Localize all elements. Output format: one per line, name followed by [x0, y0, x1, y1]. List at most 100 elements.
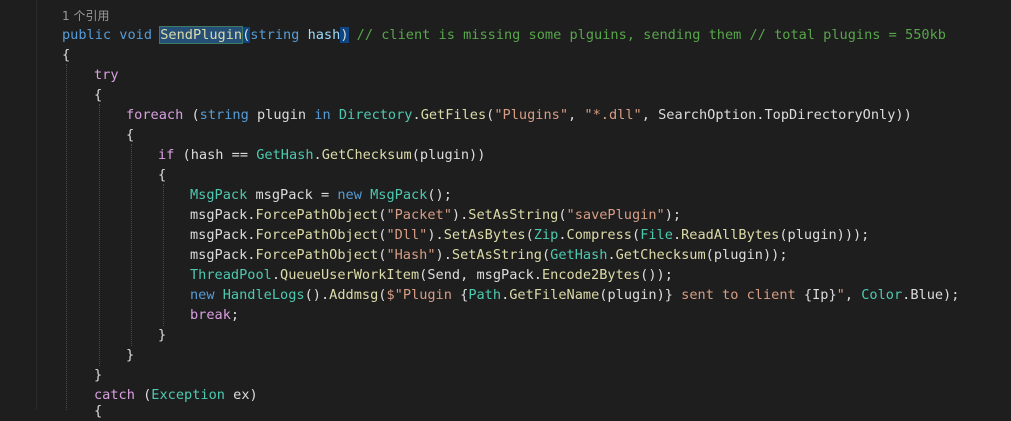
code-text: ( [541, 247, 551, 263]
code-line-brace[interactable]: { [62, 45, 70, 65]
code-text: ( [632, 227, 641, 243]
string-literal: "savePlugin" [566, 207, 665, 223]
method-forcepathobject: ForcePathObject [255, 207, 379, 223]
interpolation: {Ip} [803, 287, 837, 303]
code-text: , SearchOption.TopDirectoryOnly)) [641, 107, 912, 123]
code-text: ex) [224, 387, 258, 403]
code-text: (plugin)) [411, 147, 486, 163]
string-literal: "Hash" [386, 247, 436, 263]
keyword-in: in [314, 107, 331, 123]
type-color: Color [861, 287, 903, 303]
method-setasstring: SetAsString [451, 247, 542, 263]
type-msgpack: MsgPack [370, 187, 428, 203]
close-paren: ) [340, 27, 349, 43]
type-file: File [640, 227, 673, 243]
indent-guide [66, 64, 67, 410]
code-text: ). [451, 207, 469, 223]
type-path: Path [468, 287, 502, 303]
method-queueuserworkitem: QueueUserWorkItem [280, 267, 420, 283]
keyword-string: string [199, 107, 249, 123]
code-text: ()); [640, 267, 673, 283]
code-line-hash[interactable]: msgPack.ForcePathObject ("Hash").SetAsStr… [190, 245, 788, 265]
code-text: . [672, 227, 682, 243]
keyword-try: try [94, 67, 119, 83]
code-line-brace[interactable]: } [126, 345, 134, 365]
code-line-brace[interactable]: { [158, 165, 166, 185]
code-text: ( [558, 207, 567, 223]
method-name-highlighted[interactable]: SendPlugin [159, 26, 244, 44]
keyword-new: new [190, 287, 215, 303]
method-getchecksum: GetChecksum [321, 147, 412, 163]
code-line-dll[interactable]: msgPack.ForcePathObject ( "Dll").SetAsByte… [190, 225, 869, 245]
method-setasbytes: SetAsBytes [443, 227, 526, 243]
code-line-catch[interactable]: catch (Exception ex) [94, 385, 258, 405]
code-line-brace[interactable]: { [126, 125, 134, 145]
type-threadpool: ThreadPool [190, 267, 272, 283]
code-line-packet[interactable]: msgPack.ForcePathObject ("Packet").SetAsS… [190, 205, 681, 225]
keyword-void: void [119, 27, 153, 43]
keyword-public: public [62, 27, 112, 43]
code-text: (plugin))); [779, 227, 870, 243]
method-encode2bytes: Encode2Bytes [541, 267, 641, 283]
code-text: (); [427, 187, 452, 203]
code-line-try[interactable]: try [94, 65, 119, 85]
method-readallbytes: ReadAllBytes [681, 227, 780, 243]
type-handlelogs: HandleLogs [222, 287, 305, 303]
string-literal: " [836, 287, 845, 303]
code-text: . [607, 247, 616, 263]
code-text: . [313, 147, 322, 163]
code-line-break[interactable]: break; [190, 305, 239, 325]
code-line-handlelogs[interactable]: new HandleLogs().Addmsg($"Plugin {Path.G… [190, 285, 959, 305]
type-zip: Zip [533, 227, 559, 243]
code-text: ( [183, 107, 200, 123]
code-text: ( [525, 227, 534, 243]
code-text: , [568, 107, 585, 123]
code-text: msgPack. [190, 247, 256, 263]
code-line-brace[interactable]: { [94, 401, 102, 421]
code-text: (). [304, 287, 330, 303]
method-compress: Compress [566, 227, 632, 243]
code-line-brace[interactable]: } [94, 365, 102, 385]
method-addmsg: Addmsg [329, 287, 379, 303]
code-line-threadpool[interactable]: ThreadPool.QueueUserWorkItem(Send, msgPa… [190, 265, 673, 285]
comment: // client is missing some plguins, sendi… [348, 27, 946, 43]
type-gethash: GetHash [256, 147, 314, 163]
code-text: ). [435, 247, 452, 263]
code-text: msgPack. [190, 207, 256, 223]
code-text: .Blue); [902, 287, 960, 303]
code-line-brace[interactable]: { [94, 85, 102, 105]
code-text: ). [427, 227, 444, 243]
code-line-foreach[interactable]: foreach (string plugin in Directory.GetF… [126, 105, 912, 125]
code-line-msgpack[interactable]: MsgPack msgPack = new MsgPack(); [190, 185, 452, 205]
code-text: ( [134, 387, 152, 403]
method-getfiles: GetFiles [420, 107, 487, 123]
code-text: msgPack = [247, 187, 338, 203]
code-text: (hash == [174, 147, 257, 163]
keyword-break: break [190, 307, 231, 323]
string-literal: "*.dll" [584, 107, 642, 123]
string-literal: sent to client [672, 287, 804, 303]
code-text: ); [664, 207, 682, 223]
indent-guide [99, 104, 100, 366]
indent-guide [163, 184, 164, 326]
code-text: msgPack. [190, 227, 256, 243]
code-text: (plugin)); [705, 247, 788, 263]
code-line-brace[interactable]: } [158, 325, 166, 345]
type-directory: Directory [338, 107, 413, 123]
method-getfilename: GetFileName [509, 287, 600, 303]
code-text: plugin [248, 107, 315, 123]
method-forcepathobject: ForcePathObject [255, 227, 379, 243]
param-hash: hash [307, 27, 341, 43]
keyword-foreach: foreach [126, 107, 184, 123]
keyword-new: new [337, 187, 362, 203]
code-text: . [558, 227, 567, 243]
code-line-signature[interactable]: public void SendPlugin(string hash) // c… [62, 25, 946, 45]
string-literal: "Packet" [386, 207, 452, 223]
string-literal: $"Plugin [386, 287, 461, 303]
method-getchecksum: GetChecksum [615, 247, 706, 263]
codelens-references[interactable]: 1 个引用 [62, 6, 109, 26]
code-line-if[interactable]: if (hash == GetHash.GetChecksum(plugin)) [158, 145, 485, 165]
keyword-if: if [158, 147, 175, 163]
string-literal: "Dll" [386, 227, 428, 243]
